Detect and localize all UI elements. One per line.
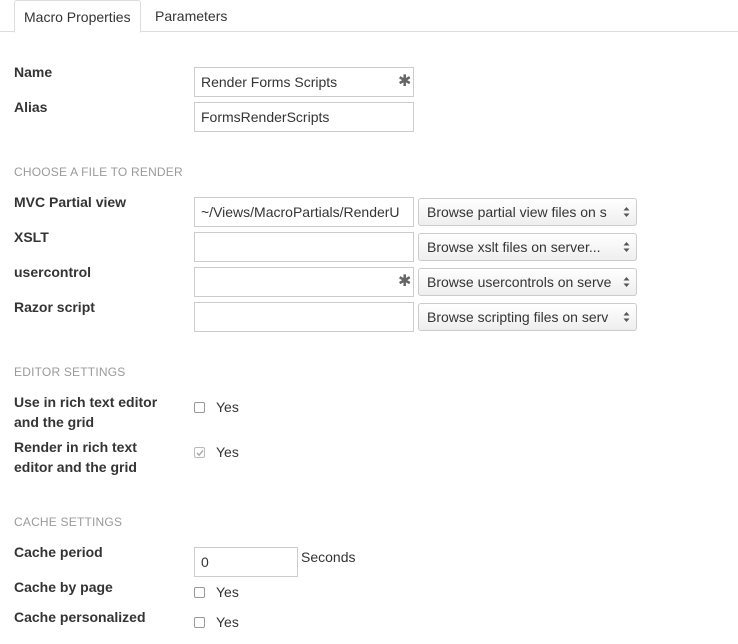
checkmark-icon xyxy=(196,450,204,457)
usercontrol-input[interactable] xyxy=(194,267,414,297)
usercontrol-label: usercontrol xyxy=(14,264,92,280)
file-section-title: CHOOSE A FILE TO RENDER xyxy=(14,165,183,179)
use-rte-label: Use in rich text editor and the grid xyxy=(14,392,157,432)
razor-label: Razor script xyxy=(14,299,95,315)
select-arrows-icon xyxy=(623,311,630,323)
render-rte-option: Yes xyxy=(216,444,239,460)
usercontrol-select-value: Browse usercontrols on serve xyxy=(427,274,612,290)
select-arrows-icon xyxy=(623,206,630,218)
cache-period-input[interactable] xyxy=(194,547,298,577)
select-arrows-icon xyxy=(623,241,630,253)
render-rte-label-line1: Render in rich text xyxy=(14,439,137,455)
use-rte-label-line1: Use in rich text editor xyxy=(14,394,158,410)
select-arrows-icon xyxy=(623,276,630,288)
tab-bar: Macro Properties Parameters xyxy=(0,0,738,33)
alias-label: Alias xyxy=(14,99,48,115)
render-rte-label-line2: editor and the grid xyxy=(14,459,137,475)
use-rte-checkbox[interactable] xyxy=(194,402,205,413)
alias-input[interactable] xyxy=(194,102,414,132)
cache-section-title: CACHE SETTINGS xyxy=(14,515,123,529)
tab-parameters[interactable]: Parameters xyxy=(146,0,236,32)
usercontrol-select[interactable]: Browse usercontrols on serve xyxy=(418,268,637,296)
required-asterisk-icon: ✱ xyxy=(398,73,412,90)
cache-personalized-label: Cache personalized xyxy=(14,609,146,625)
use-rte-label-line2: and the grid xyxy=(14,414,95,430)
cache-period-label: Cache period xyxy=(14,544,103,560)
razor-select[interactable]: Browse scripting files on serv xyxy=(418,303,637,331)
cache-period-units: Seconds xyxy=(301,549,356,565)
render-rte-label: Render in rich text editor and the grid xyxy=(14,437,137,477)
name-label: Name xyxy=(14,64,53,80)
cache-by-page-label: Cache by page xyxy=(14,579,113,595)
mvc-partial-label: MVC Partial view xyxy=(14,194,127,210)
cache-by-page-option: Yes xyxy=(216,584,239,600)
cache-personalized-option: Yes xyxy=(216,614,239,630)
use-rte-option: Yes xyxy=(216,399,239,415)
render-rte-checkbox[interactable] xyxy=(194,447,205,458)
mvc-partial-select-value: Browse partial view files on s xyxy=(427,204,607,220)
mvc-partial-input[interactable] xyxy=(194,197,414,227)
cache-by-page-checkbox[interactable] xyxy=(194,587,205,598)
required-asterisk-icon: ✱ xyxy=(398,273,412,290)
xslt-label: XSLT xyxy=(14,229,49,245)
editor-section-title: EDITOR SETTINGS xyxy=(14,365,126,379)
razor-select-value: Browse scripting files on serv xyxy=(427,309,609,325)
name-input[interactable] xyxy=(194,67,414,97)
xslt-select[interactable]: Browse xslt files on server... xyxy=(418,233,637,261)
mvc-partial-select[interactable]: Browse partial view files on s xyxy=(418,198,637,226)
xslt-input[interactable] xyxy=(194,232,414,262)
cache-personalized-checkbox[interactable] xyxy=(194,617,205,628)
tab-macro-properties[interactable]: Macro Properties xyxy=(14,0,141,33)
razor-input[interactable] xyxy=(194,302,414,332)
xslt-select-value: Browse xslt files on server... xyxy=(427,239,601,255)
